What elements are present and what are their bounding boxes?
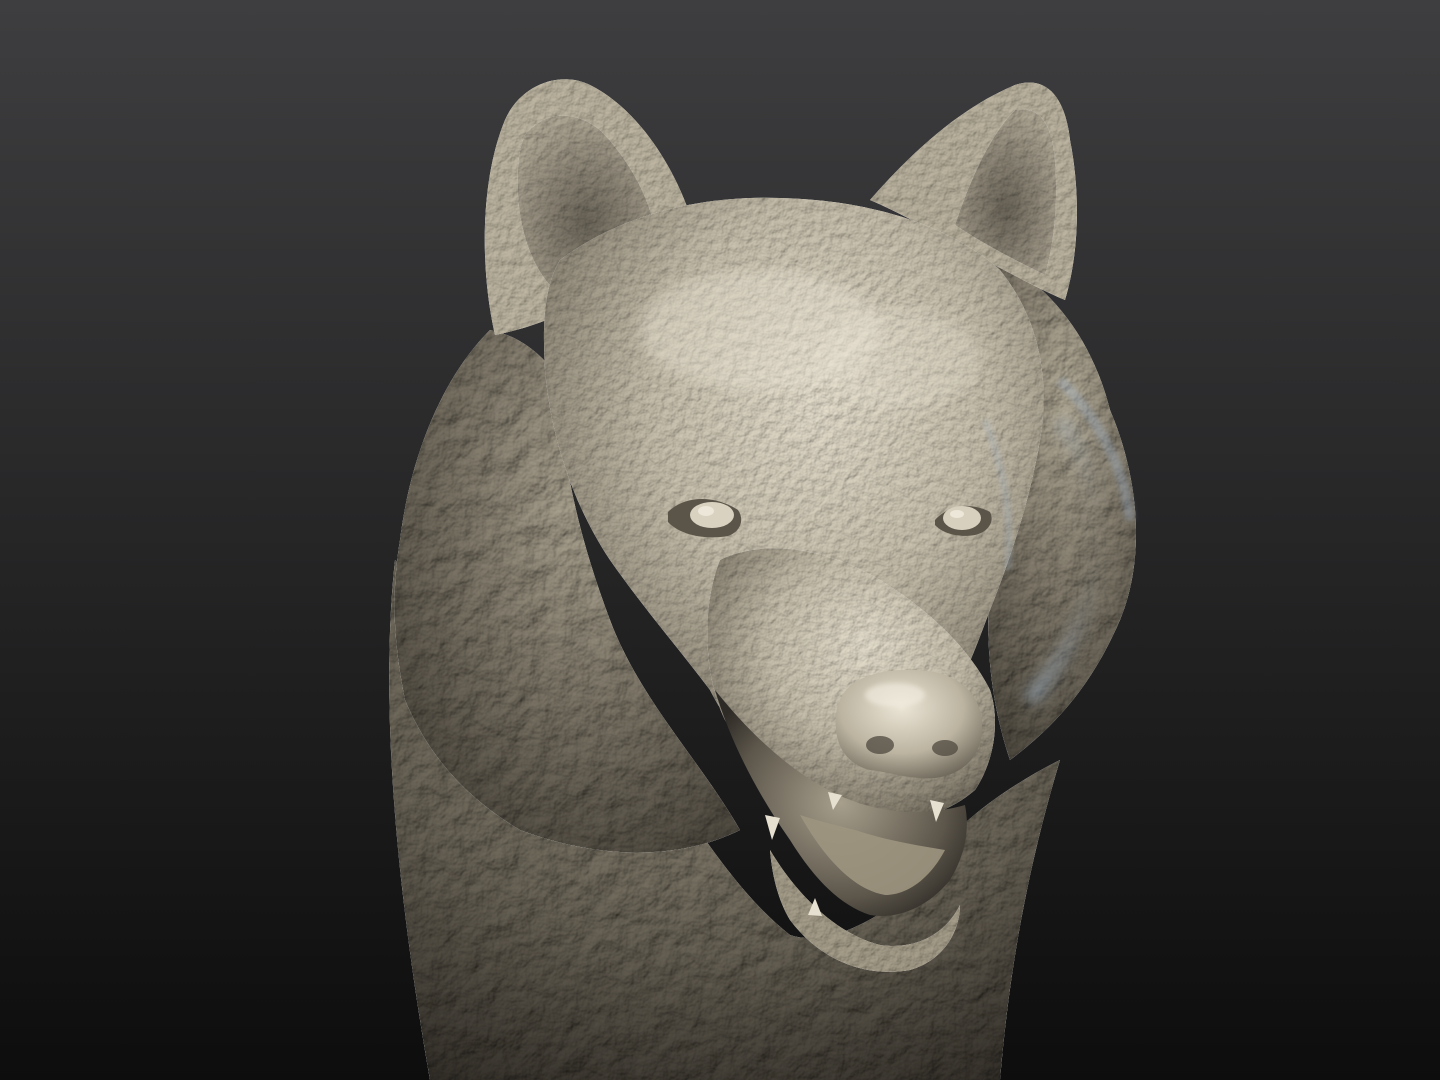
3d-viewport[interactable] xyxy=(0,0,1440,1080)
sculpt-render xyxy=(0,0,1440,1080)
nose xyxy=(835,669,983,779)
